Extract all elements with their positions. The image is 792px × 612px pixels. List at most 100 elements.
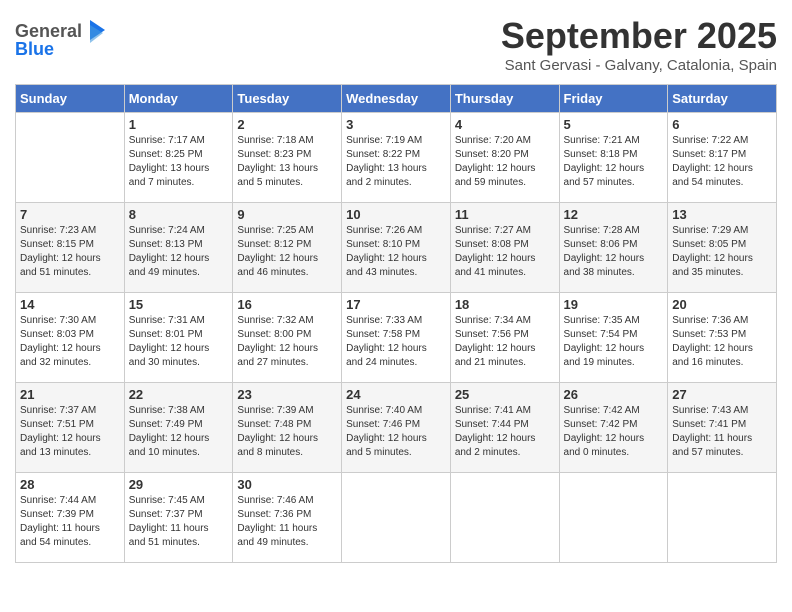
day-info: Sunrise: 7:32 AM Sunset: 8:00 PM Dayligh… <box>237 314 337 370</box>
header-cell-monday: Monday <box>124 85 233 113</box>
day-info: Sunrise: 7:36 AM Sunset: 7:53 PM Dayligh… <box>672 314 772 370</box>
day-info: Sunrise: 7:28 AM Sunset: 8:06 PM Dayligh… <box>564 224 664 280</box>
calendar-table: SundayMondayTuesdayWednesdayThursdayFrid… <box>15 84 777 563</box>
day-number: 29 <box>129 477 229 492</box>
day-number: 27 <box>672 387 772 402</box>
day-info: Sunrise: 7:29 AM Sunset: 8:05 PM Dayligh… <box>672 224 772 280</box>
day-number: 18 <box>455 297 555 312</box>
day-info: Sunrise: 7:33 AM Sunset: 7:58 PM Dayligh… <box>346 314 446 370</box>
logo-icon: General Blue <box>15 15 105 60</box>
day-cell: 10Sunrise: 7:26 AM Sunset: 8:10 PM Dayli… <box>342 203 451 293</box>
page-header: General Blue September 2025 Sant Gervasi… <box>15 15 777 74</box>
day-cell: 1Sunrise: 7:17 AM Sunset: 8:25 PM Daylig… <box>124 113 233 203</box>
day-cell: 27 Sunrise: 7:43 AM Sunset: 7:41 PM Dayli… <box>668 383 777 473</box>
day-number: 9 <box>237 207 337 222</box>
day-number: 15 <box>129 297 229 312</box>
day-number: 4 <box>455 117 555 132</box>
day-cell: 4 Sunrise: 7:20 AM Sunset: 8:20 PM Daylig… <box>450 113 559 203</box>
day-cell: 18 Sunrise: 7:34 AM Sunset: 7:56 PM Dayli… <box>450 293 559 383</box>
svg-text:General: General <box>15 21 82 41</box>
day-number: 17 <box>346 297 446 312</box>
day-info: Sunrise: 7:35 AM Sunset: 7:54 PM Dayligh… <box>564 314 664 370</box>
day-info: Sunrise: 7:23 AM Sunset: 8:15 PM Dayligh… <box>20 224 120 280</box>
day-cell: 5 Sunrise: 7:21 AM Sunset: 8:18 PM Daylig… <box>559 113 668 203</box>
header-cell-sunday: Sunday <box>16 85 125 113</box>
day-info: Sunrise: 7:27 AM Sunset: 8:08 PM Dayligh… <box>455 224 555 280</box>
week-row-2: 7 Sunrise: 7:23 AM Sunset: 8:15 PM Daylig… <box>16 203 777 293</box>
day-cell <box>16 113 125 203</box>
svg-text:Blue: Blue <box>15 39 54 59</box>
day-cell <box>668 473 777 563</box>
day-cell: 8 Sunrise: 7:24 AM Sunset: 8:13 PM Daylig… <box>124 203 233 293</box>
header-cell-wednesday: Wednesday <box>342 85 451 113</box>
day-number: 21 <box>20 387 120 402</box>
day-cell: 30 Sunrise: 7:46 AM Sunset: 7:36 PM Dayli… <box>233 473 342 563</box>
day-info: Sunrise: 7:21 AM Sunset: 8:18 PM Dayligh… <box>564 134 664 190</box>
day-number: 1 <box>129 117 229 132</box>
day-cell: 25 Sunrise: 7:41 AM Sunset: 7:44 PM Dayli… <box>450 383 559 473</box>
day-cell: 21Sunrise: 7:37 AM Sunset: 7:51 PM Dayli… <box>16 383 125 473</box>
month-title: September 2025 <box>501 15 777 57</box>
day-info: Sunrise: 7:24 AM Sunset: 8:13 PM Dayligh… <box>129 224 229 280</box>
week-row-3: 14Sunrise: 7:30 AM Sunset: 8:03 PM Dayli… <box>16 293 777 383</box>
week-row-5: 28Sunrise: 7:44 AM Sunset: 7:39 PM Dayli… <box>16 473 777 563</box>
calendar-body: 1Sunrise: 7:17 AM Sunset: 8:25 PM Daylig… <box>16 113 777 563</box>
day-info: Sunrise: 7:34 AM Sunset: 7:56 PM Dayligh… <box>455 314 555 370</box>
day-number: 28 <box>20 477 120 492</box>
day-cell: 2 Sunrise: 7:18 AM Sunset: 8:23 PM Daylig… <box>233 113 342 203</box>
header-row: SundayMondayTuesdayWednesdayThursdayFrid… <box>16 85 777 113</box>
day-info: Sunrise: 7:19 AM Sunset: 8:22 PM Dayligh… <box>346 134 446 190</box>
day-info: Sunrise: 7:18 AM Sunset: 8:23 PM Dayligh… <box>237 134 337 190</box>
day-cell: 15 Sunrise: 7:31 AM Sunset: 8:01 PM Dayli… <box>124 293 233 383</box>
day-number: 30 <box>237 477 337 492</box>
day-number: 12 <box>564 207 664 222</box>
day-number: 16 <box>237 297 337 312</box>
day-info: Sunrise: 7:25 AM Sunset: 8:12 PM Dayligh… <box>237 224 337 280</box>
header-cell-saturday: Saturday <box>668 85 777 113</box>
day-cell: 11Sunrise: 7:27 AM Sunset: 8:08 PM Dayli… <box>450 203 559 293</box>
day-info: Sunrise: 7:46 AM Sunset: 7:36 PM Dayligh… <box>237 494 337 550</box>
day-number: 5 <box>564 117 664 132</box>
day-info: Sunrise: 7:43 AM Sunset: 7:41 PM Dayligh… <box>672 404 772 460</box>
calendar-header: SundayMondayTuesdayWednesdayThursdayFrid… <box>16 85 777 113</box>
day-number: 23 <box>237 387 337 402</box>
day-cell: 19Sunrise: 7:35 AM Sunset: 7:54 PM Dayli… <box>559 293 668 383</box>
day-cell <box>559 473 668 563</box>
header-cell-friday: Friday <box>559 85 668 113</box>
day-info: Sunrise: 7:20 AM Sunset: 8:20 PM Dayligh… <box>455 134 555 190</box>
day-info: Sunrise: 7:40 AM Sunset: 7:46 PM Dayligh… <box>346 404 446 460</box>
day-number: 22 <box>129 387 229 402</box>
day-number: 6 <box>672 117 772 132</box>
header-cell-thursday: Thursday <box>450 85 559 113</box>
day-number: 24 <box>346 387 446 402</box>
day-number: 10 <box>346 207 446 222</box>
logo: General Blue <box>15 15 105 60</box>
day-cell: 22 Sunrise: 7:38 AM Sunset: 7:49 PM Dayli… <box>124 383 233 473</box>
day-cell <box>342 473 451 563</box>
day-info: Sunrise: 7:39 AM Sunset: 7:48 PM Dayligh… <box>237 404 337 460</box>
day-cell: 14Sunrise: 7:30 AM Sunset: 8:03 PM Dayli… <box>16 293 125 383</box>
day-info: Sunrise: 7:38 AM Sunset: 7:49 PM Dayligh… <box>129 404 229 460</box>
day-cell: 17 Sunrise: 7:33 AM Sunset: 7:58 PM Dayli… <box>342 293 451 383</box>
week-row-4: 21Sunrise: 7:37 AM Sunset: 7:51 PM Dayli… <box>16 383 777 473</box>
day-cell: 7 Sunrise: 7:23 AM Sunset: 8:15 PM Daylig… <box>16 203 125 293</box>
day-cell: 29 Sunrise: 7:45 AM Sunset: 7:37 PM Dayli… <box>124 473 233 563</box>
day-info: Sunrise: 7:45 AM Sunset: 7:37 PM Dayligh… <box>129 494 229 550</box>
title-area: September 2025 Sant Gervasi - Galvany, C… <box>501 15 777 74</box>
day-number: 13 <box>672 207 772 222</box>
day-info: Sunrise: 7:31 AM Sunset: 8:01 PM Dayligh… <box>129 314 229 370</box>
day-number: 2 <box>237 117 337 132</box>
day-number: 7 <box>20 207 120 222</box>
day-cell: 12 Sunrise: 7:28 AM Sunset: 8:06 PM Dayli… <box>559 203 668 293</box>
day-cell: 26 Sunrise: 7:42 AM Sunset: 7:42 PM Dayli… <box>559 383 668 473</box>
day-info: Sunrise: 7:42 AM Sunset: 7:42 PM Dayligh… <box>564 404 664 460</box>
day-number: 14 <box>20 297 120 312</box>
day-number: 25 <box>455 387 555 402</box>
day-cell <box>450 473 559 563</box>
day-cell: 9 Sunrise: 7:25 AM Sunset: 8:12 PM Daylig… <box>233 203 342 293</box>
day-number: 8 <box>129 207 229 222</box>
day-number: 26 <box>564 387 664 402</box>
week-row-1: 1Sunrise: 7:17 AM Sunset: 8:25 PM Daylig… <box>16 113 777 203</box>
day-info: Sunrise: 7:41 AM Sunset: 7:44 PM Dayligh… <box>455 404 555 460</box>
day-cell: 24 Sunrise: 7:40 AM Sunset: 7:46 PM Dayli… <box>342 383 451 473</box>
